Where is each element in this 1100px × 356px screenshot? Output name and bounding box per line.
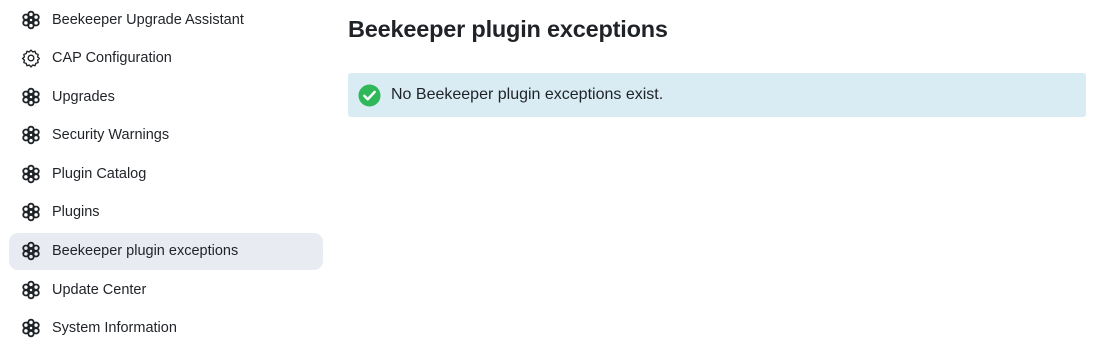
sidebar-item-plugins[interactable]: Plugins: [9, 194, 323, 231]
cog-icon: [20, 279, 41, 300]
sidebar-item-system-information[interactable]: System Information: [9, 310, 323, 347]
cog-icon: [20, 163, 41, 184]
cog-icon: [20, 125, 41, 146]
cog-icon: [20, 86, 41, 107]
sidebar-item-upgrades[interactable]: Upgrades: [9, 78, 323, 115]
sidebar-item-label: Update Center: [52, 281, 147, 298]
sidebar-item-security-warnings[interactable]: Security Warnings: [9, 117, 323, 154]
sidebar-item-cap-configuration[interactable]: CAP Configuration: [9, 40, 323, 77]
sidebar-item-beekeeper-plugin-exceptions[interactable]: Beekeeper plugin exceptions: [9, 232, 323, 270]
sidebar-item-label: Plugins: [52, 204, 100, 221]
sidebar-item-label: Beekeeper Upgrade Assistant: [52, 11, 244, 28]
sidebar-item-label: System Information: [52, 320, 177, 337]
cog-icon: [20, 241, 41, 262]
main-content: Beekeeper plugin exceptions No Beekeeper…: [348, 0, 1086, 117]
sidebar-item-plugin-catalog[interactable]: Plugin Catalog: [9, 155, 323, 192]
page: Beekeeper Upgrade Assistant CAP Configur…: [0, 0, 1100, 356]
gear-icon: [20, 48, 41, 69]
sidebar-item-label: Upgrades: [52, 88, 115, 105]
sidebar-item-label: Beekeeper plugin exceptions: [52, 243, 239, 260]
page-title: Beekeeper plugin exceptions: [348, 16, 668, 42]
sidebar-item-label: Security Warnings: [52, 127, 170, 144]
cog-icon: [20, 9, 41, 30]
info-alert: No Beekeeper plugin exceptions exist.: [348, 73, 1086, 117]
cog-icon: [20, 318, 41, 339]
cog-icon: [20, 202, 41, 223]
sidebar: Beekeeper Upgrade Assistant CAP Configur…: [9, 0, 323, 348]
sidebar-item-beekeeper-upgrade-assistant[interactable]: Beekeeper Upgrade Assistant: [9, 1, 323, 38]
check-circle-icon: [358, 83, 381, 107]
sidebar-item-update-center[interactable]: Update Center: [9, 271, 323, 308]
sidebar-item-label: Plugin Catalog: [52, 165, 147, 182]
sidebar-item-label: CAP Configuration: [52, 50, 172, 67]
alert-message: No Beekeeper plugin exceptions exist.: [391, 86, 664, 103]
